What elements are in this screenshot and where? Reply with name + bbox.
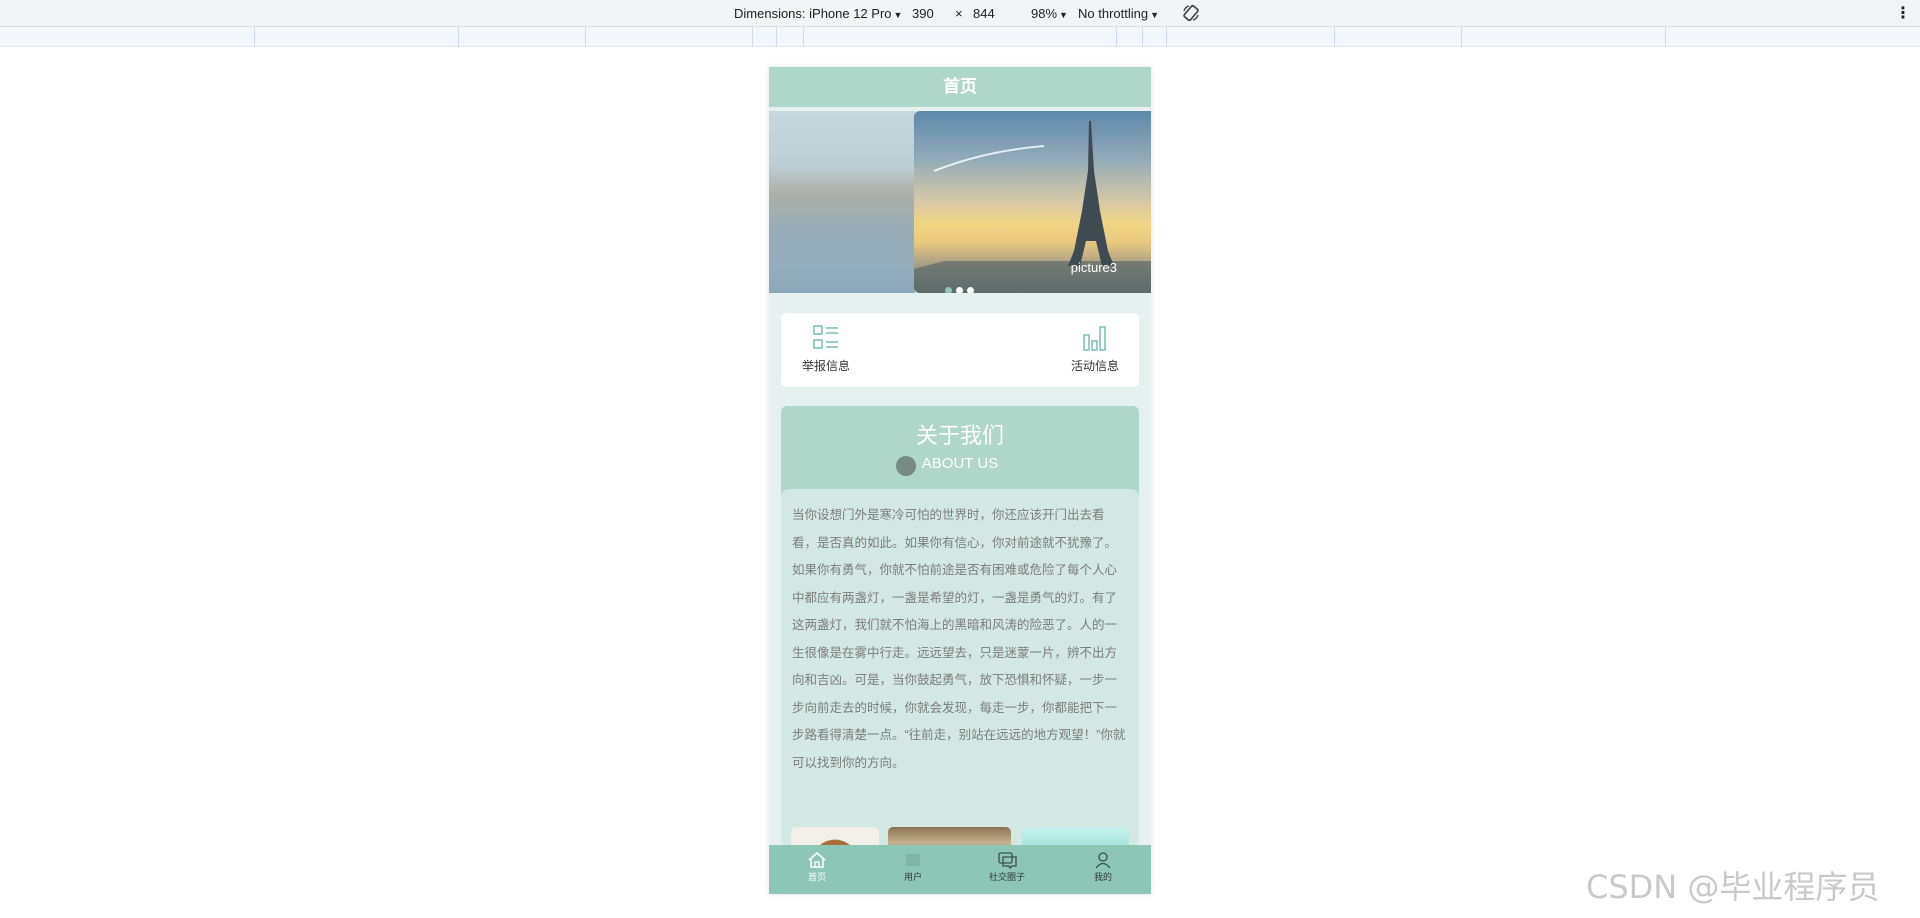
tab-users[interactable]: 用户 bbox=[873, 851, 953, 883]
carousel-indicators bbox=[945, 281, 978, 293]
tab-social-circle[interactable]: 社交圈子 bbox=[967, 851, 1047, 883]
height-input[interactable]: 844 bbox=[973, 6, 995, 21]
ruler-tick[interactable] bbox=[1166, 27, 1167, 47]
ruler-tick[interactable] bbox=[1116, 27, 1117, 47]
carousel-dot[interactable] bbox=[967, 287, 974, 293]
media-query-ruler bbox=[0, 27, 1920, 47]
more-options-icon[interactable]: ⋮ bbox=[1895, 3, 1911, 23]
bar-chart-icon bbox=[1083, 326, 1106, 351]
carousel-caption: picture3 bbox=[1070, 260, 1117, 275]
tab-label: 我的 bbox=[1093, 872, 1112, 882]
ruler-tick[interactable] bbox=[1142, 27, 1143, 47]
ruler-tick[interactable] bbox=[1461, 27, 1462, 47]
quick-menu: 举报信息 活动信息 bbox=[781, 313, 1139, 387]
tab-mine[interactable]: 我的 bbox=[1063, 851, 1143, 883]
carousel-dot[interactable] bbox=[956, 287, 963, 293]
menu-label: 举报信息 bbox=[801, 359, 850, 373]
about-text: 当你设想门外是寒冷可怕的世界时，你还应该开门出去看看，是否真的如此。如果你有信心… bbox=[792, 508, 1126, 770]
watermark: CSDN @毕业程序员 bbox=[1586, 868, 1880, 906]
chevron-down-icon: ▼ bbox=[1150, 10, 1160, 20]
throttling-label: No throttling bbox=[1078, 6, 1149, 21]
chevron-down-icon: ▼ bbox=[1059, 10, 1068, 20]
zoom-dropdown[interactable]: 98% ▼ bbox=[1031, 6, 1068, 21]
times-separator: × bbox=[955, 6, 963, 21]
rotate-icon[interactable] bbox=[1181, 3, 1201, 23]
ruler-tick[interactable] bbox=[585, 27, 586, 47]
bottom-tab-bar: 首页 用户 社交圈子 我的 bbox=[769, 845, 1151, 894]
tab-label: 社交圈子 bbox=[988, 872, 1025, 882]
about-title: 关于我们 bbox=[915, 423, 1004, 448]
about-section: 关于我们 ABOUT US 当你设想门外是寒冷可怕的世界时，你还应该开门出去看看… bbox=[781, 406, 1139, 894]
ruler-tick[interactable] bbox=[803, 27, 804, 47]
width-input[interactable]: 390 bbox=[912, 6, 934, 21]
ruler-tick[interactable] bbox=[1334, 27, 1335, 47]
phone-viewport: 首页 picture3 举报信息 活动信息 关于我们 ABOUT US 当你设想… bbox=[769, 67, 1151, 894]
list-grid-icon bbox=[813, 325, 838, 349]
devtools-device-toolbar: Dimensions: iPhone 12 Pro ▼ 390 × 844 98%… bbox=[0, 0, 1920, 27]
chat-icon bbox=[998, 852, 1017, 869]
home-icon bbox=[808, 852, 826, 868]
throttling-dropdown[interactable]: No throttling ▼ bbox=[1078, 6, 1159, 21]
chevron-down-icon: ▼ bbox=[893, 10, 903, 20]
ruler-tick[interactable] bbox=[458, 27, 459, 47]
dimensions-dropdown[interactable]: Dimensions: iPhone 12 Pro ▼ bbox=[734, 6, 902, 21]
user-group-icon bbox=[906, 854, 920, 866]
tab-label: 首页 bbox=[807, 872, 826, 882]
carousel-slide-current[interactable]: picture3 bbox=[914, 111, 1151, 293]
ruler-tick[interactable] bbox=[254, 27, 255, 47]
zoom-label: 98% bbox=[1031, 6, 1058, 21]
tab-label: 用户 bbox=[903, 872, 922, 882]
carousel-slide-previous[interactable] bbox=[769, 111, 915, 293]
image-carousel[interactable]: picture3 bbox=[769, 111, 1151, 293]
ruler-tick[interactable] bbox=[776, 27, 777, 47]
ruler-tick[interactable] bbox=[1665, 27, 1666, 47]
person-icon bbox=[1095, 852, 1111, 869]
carousel-dot[interactable] bbox=[945, 287, 952, 293]
menu-label: 活动信息 bbox=[1070, 359, 1119, 373]
page-title: 首页 bbox=[769, 67, 1151, 107]
menu-report-info[interactable]: 举报信息 bbox=[781, 323, 871, 374]
menu-activity-info[interactable]: 活动信息 bbox=[1050, 323, 1140, 374]
dimensions-label: Dimensions: iPhone 12 Pro bbox=[734, 6, 892, 21]
ruler-tick[interactable] bbox=[752, 27, 753, 47]
tab-home[interactable]: 首页 bbox=[777, 851, 857, 883]
about-subtitle: ABOUT US bbox=[921, 455, 999, 472]
